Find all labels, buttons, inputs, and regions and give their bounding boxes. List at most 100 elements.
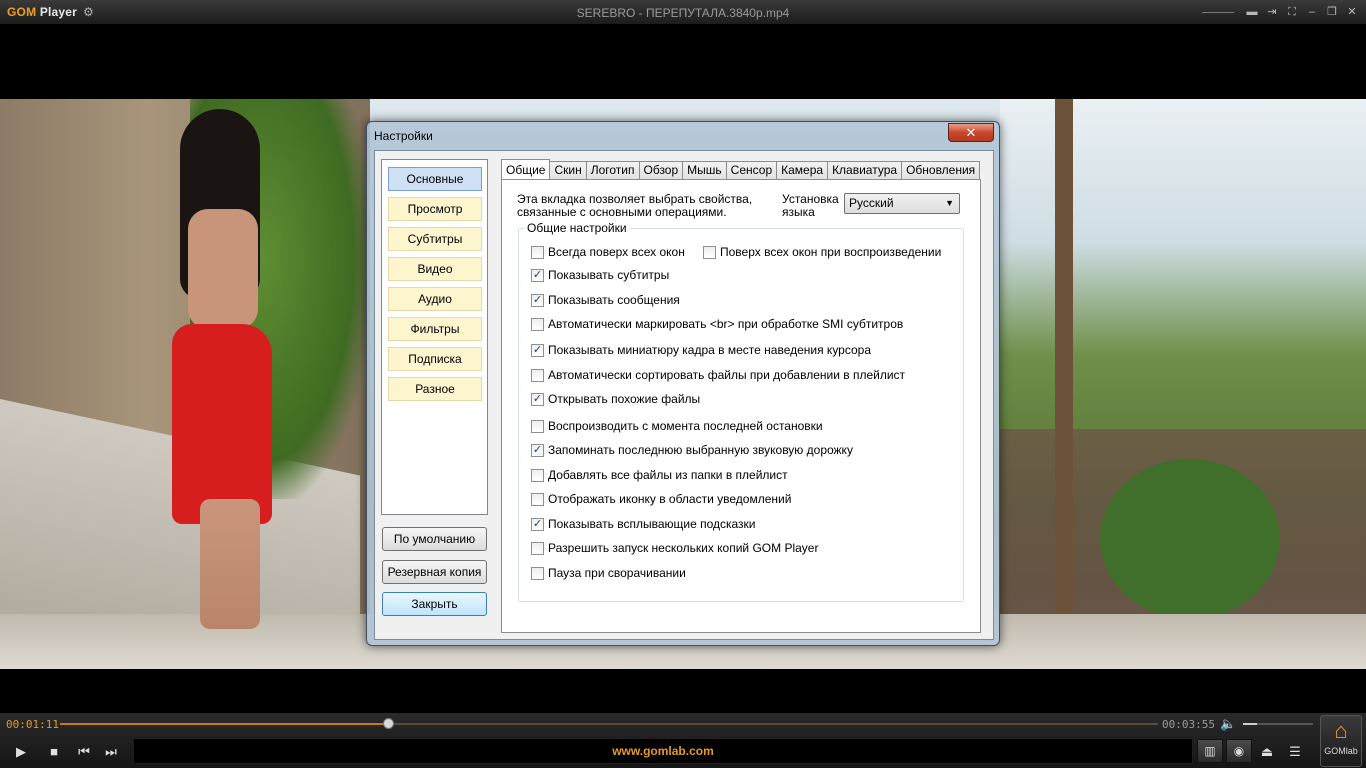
- option-label: Пауза при сворачивании: [548, 566, 686, 580]
- option-label: Всегда поверх всех окон: [548, 245, 685, 259]
- language-label: Установка языка: [782, 192, 839, 219]
- checkbox[interactable]: [703, 245, 716, 259]
- gomlab-label: GOMlab: [1324, 746, 1358, 756]
- eject-icon[interactable]: ⏏: [1257, 742, 1277, 762]
- window-title: SEREBRO - ПЕРЕПУТАЛА.3840p.mp4: [576, 6, 790, 20]
- video-scene-figure-body: [188, 209, 258, 329]
- play-icon[interactable]: ▶: [11, 742, 31, 762]
- option-label: Показывать миниатюру кадра в месте навед…: [548, 343, 872, 357]
- option-pause-on-minimize[interactable]: Пауза при сворачивании: [531, 565, 686, 581]
- fullscreen-icon[interactable]: ⛶: [1284, 4, 1300, 20]
- checkbox[interactable]: [531, 419, 544, 433]
- category-item-filters[interactable]: Фильтры: [388, 317, 482, 341]
- backup-button[interactable]: Резервная копия: [382, 560, 487, 584]
- tab-mouse[interactable]: Мышь: [683, 161, 727, 180]
- checkbox[interactable]: [531, 317, 544, 331]
- option-resume-playback[interactable]: Воспроизводить с момента последней остан…: [531, 418, 823, 434]
- checkbox[interactable]: [531, 492, 544, 506]
- info-bar: www.gomlab.com: [133, 738, 1193, 764]
- checkbox[interactable]: [531, 541, 544, 555]
- category-item-audio[interactable]: Аудио: [388, 287, 482, 311]
- speaker-icon[interactable]: 🔈: [1220, 716, 1236, 732]
- dialog-client-area: Основные Просмотр Субтитры Видео Аудио Ф…: [374, 150, 994, 640]
- tab-skin[interactable]: Скин: [550, 161, 587, 180]
- dialog-close-button[interactable]: ✕: [948, 123, 994, 142]
- checkbox[interactable]: [531, 468, 544, 482]
- mini-mode-icon[interactable]: ▬: [1244, 4, 1260, 20]
- option-label: Показывать всплывающие подсказки: [548, 517, 756, 531]
- tab-browse[interactable]: Обзор: [639, 161, 684, 180]
- stop-icon[interactable]: ■: [44, 742, 64, 762]
- seek-bar[interactable]: [60, 718, 1158, 729]
- checkbox[interactable]: [531, 245, 544, 259]
- language-select[interactable]: Русский ▼: [844, 193, 960, 214]
- video-scene-bush: [1100, 459, 1280, 619]
- maximize-icon[interactable]: ❐: [1324, 4, 1340, 20]
- checkbox[interactable]: ✓: [531, 343, 544, 357]
- titlebar-divider: [1202, 11, 1234, 13]
- settings-tabs: Общие Скин Логотип Обзор Мышь Сенсор Кам…: [501, 159, 981, 180]
- category-item-subtitles[interactable]: Субтитры: [388, 227, 482, 251]
- checkbox[interactable]: ✓: [531, 517, 544, 531]
- option-add-folder-files[interactable]: Добавлять все файлы из папки в плейлист: [531, 467, 788, 483]
- tab-logo[interactable]: Логотип: [586, 161, 640, 180]
- option-show-subtitles[interactable]: ✓ Показывать субтитры: [531, 267, 669, 283]
- tab-updates[interactable]: Обновления: [902, 161, 981, 180]
- option-show-messages[interactable]: ✓ Показывать сообщения: [531, 292, 680, 308]
- next-icon[interactable]: ⏭: [101, 742, 121, 762]
- option-show-tooltips[interactable]: ✓ Показывать всплывающие подсказки: [531, 516, 756, 532]
- option-label: Показывать сообщения: [548, 293, 680, 307]
- volume-slider[interactable]: [1243, 723, 1313, 725]
- gomlab-button[interactable]: ⌂ GOMlab: [1320, 715, 1362, 767]
- tab-keyboard[interactable]: Клавиатура: [828, 161, 903, 180]
- option-label: Открывать похожие файлы: [548, 392, 701, 406]
- checkbox[interactable]: [531, 368, 544, 382]
- volume-fill: [1243, 723, 1257, 725]
- option-open-similar-files[interactable]: ✓ Открывать похожие файлы: [531, 391, 700, 407]
- general-settings-group: Общие настройки Всегда поверх всех окон …: [518, 221, 964, 602]
- checkbox[interactable]: ✓: [531, 443, 544, 457]
- checkbox[interactable]: ✓: [531, 392, 544, 406]
- checkbox[interactable]: [531, 566, 544, 580]
- defaults-button[interactable]: По умолчанию: [382, 527, 487, 551]
- option-tray-icon[interactable]: Отображать иконку в области уведомлений: [531, 491, 791, 507]
- video-scene-pole: [1055, 99, 1073, 619]
- window-controls: ▬ ⇥ ⛶ – ❐ ✕: [1202, 3, 1360, 21]
- equalizer-icon[interactable]: ▥: [1197, 739, 1223, 763]
- video-scene-figure-dress: [172, 324, 272, 524]
- option-on-top-during-playback[interactable]: Поверх всех окон при воспроизведении: [703, 244, 941, 260]
- category-item-general[interactable]: Основные: [388, 167, 482, 191]
- dropdown-arrow-icon: ▼: [945, 198, 954, 208]
- tab-description: Эта вкладка позволяет выбрать свойства, …: [517, 192, 753, 219]
- tab-camera[interactable]: Камера: [777, 161, 829, 180]
- menu-icon[interactable]: ☰: [1285, 742, 1305, 762]
- minimize-icon[interactable]: –: [1304, 4, 1320, 20]
- option-always-on-top[interactable]: Всегда поверх всех окон: [531, 244, 685, 260]
- checkbox[interactable]: ✓: [531, 293, 544, 307]
- option-label: Автоматически сортировать файлы при доба…: [548, 368, 906, 382]
- option-label: Разрешить запуск нескольких копий GOM Pl…: [548, 541, 819, 555]
- close-button[interactable]: Закрыть: [382, 592, 487, 616]
- option-label: Автоматически маркировать <br> при обраб…: [548, 317, 904, 331]
- category-item-subscription[interactable]: Подписка: [388, 347, 482, 371]
- option-show-thumbnail[interactable]: ✓ Показывать миниатюру кадра в месте нав…: [531, 342, 871, 358]
- home-icon: ⌂: [1334, 718, 1348, 743]
- seek-thumb[interactable]: [383, 718, 395, 729]
- option-remember-audio-track[interactable]: ✓ Запоминать последнюю выбранную звукову…: [531, 442, 853, 458]
- total-time: 00:03:55: [1162, 718, 1215, 731]
- category-item-misc[interactable]: Разное: [388, 377, 482, 401]
- checkbox[interactable]: ✓: [531, 268, 544, 282]
- camera-icon[interactable]: ◉: [1226, 739, 1252, 763]
- previous-icon[interactable]: ⏮: [74, 742, 94, 762]
- option-multiple-instances[interactable]: Разрешить запуск нескольких копий GOM Pl…: [531, 540, 818, 556]
- tab-sensor[interactable]: Сенсор: [726, 161, 778, 180]
- pin-icon[interactable]: ⇥: [1264, 4, 1280, 20]
- close-icon[interactable]: ✕: [1344, 4, 1360, 20]
- option-label: Запоминать последнюю выбранную звуковую …: [548, 443, 853, 457]
- tab-general[interactable]: Общие: [501, 159, 551, 180]
- category-item-video[interactable]: Видео: [388, 257, 482, 281]
- category-item-playback[interactable]: Просмотр: [388, 197, 482, 221]
- option-auto-mark-br[interactable]: Автоматически маркировать <br> при обраб…: [531, 316, 903, 332]
- option-auto-sort-playlist[interactable]: Автоматически сортировать файлы при доба…: [531, 367, 905, 383]
- option-label: Показывать субтитры: [548, 268, 670, 282]
